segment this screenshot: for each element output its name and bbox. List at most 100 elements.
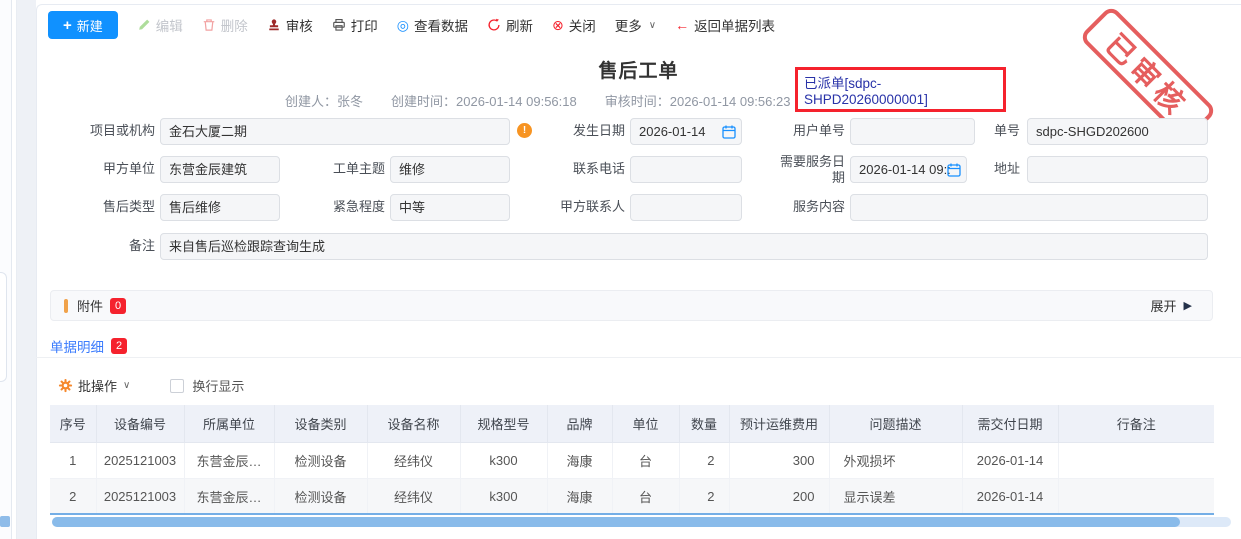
service-content-field[interactable] [850,194,1208,221]
user-no-field[interactable] [850,118,975,145]
col-spec-model: 规格型号 [460,405,547,442]
cell-equipment-name: 经纬仪 [367,478,460,514]
col-brand: 品牌 [547,405,612,442]
more-button[interactable]: 更多 ∨ [615,15,656,35]
cell-row-remark [1058,478,1214,514]
delete-button[interactable]: 删除 [202,15,248,35]
table-row[interactable]: 2 2025121003 东营金辰… 检测设备 经纬仪 k300 海康 台 2 … [50,478,1214,514]
urgency-label: 紧急程度 [315,199,385,215]
view-data-button[interactable]: ◎ 查看数据 [397,15,468,35]
address-field[interactable] [1027,156,1208,183]
occur-date-value: 2026-01-14 [639,124,706,139]
back-to-list-button[interactable]: ← 返回单据列表 [675,15,775,35]
audit-button-label: 审核 [286,15,313,35]
after-type-field[interactable]: 售后维修 [160,194,280,221]
plus-icon: + [63,18,72,33]
col-problem-desc: 问题描述 [829,405,962,442]
trash-icon [202,18,216,32]
details-header: 单据明细 2 [50,336,127,356]
col-seq: 序号 [50,405,96,442]
page-title: 售后工单 [36,56,1241,83]
attachments-count-badge: 0 [110,298,126,314]
col-equipment-no: 设备编号 [96,405,184,442]
delete-button-label: 删除 [221,15,248,35]
cell-problem-desc: 外观损坏 [829,442,962,478]
cell-brand: 海康 [547,442,612,478]
cell-unit: 台 [612,442,679,478]
expand-button[interactable]: 展开 ▶ [1151,296,1192,315]
cell-equipment-no: 2025121003 [96,478,184,514]
back-to-list-label: 返回单据列表 [694,15,775,35]
col-equipment-category: 设备类别 [274,405,367,442]
chevron-down-icon: ∨ [649,20,656,31]
table-bottom-highlight [50,513,1214,515]
calendar-icon[interactable] [946,162,962,178]
phone-field[interactable] [630,156,742,183]
user-no-label: 用户单号 [783,123,845,139]
horizontal-scrollbar[interactable] [52,517,1231,527]
urgency-field[interactable]: 中等 [390,194,510,221]
audited-time-meta: 审核时间：2026-01-14 09:56:23 [605,91,791,110]
divider [36,357,1241,358]
phone-label: 联系电话 [563,161,625,177]
occur-date-label: 发生日期 [563,123,625,139]
attachments-bar: 附件 0 展开 ▶ [50,290,1213,321]
col-equipment-name: 设备名称 [367,405,460,442]
new-button[interactable]: + 新建 [48,11,118,39]
cell-brand: 海康 [547,478,612,514]
close-circle-icon: ⊗ [552,18,564,32]
cell-delivery-date: 2026-01-14 [962,478,1058,514]
view-data-button-label: 查看数据 [414,15,468,35]
status-badge: 已派单[sdpc-SHPD20260000001] [795,67,1006,112]
service-date-field[interactable]: 2026-01-14 09:: [850,156,967,183]
detail-table: 序号 设备编号 所属单位 设备类别 设备名称 规格型号 品牌 单位 数量 预计运… [50,405,1214,515]
underlay-strip [0,0,12,539]
cell-delivery-date: 2026-01-14 [962,442,1058,478]
remark-label: 备注 [100,238,155,254]
col-row-remark: 行备注 [1058,405,1214,442]
col-unit: 单位 [612,405,679,442]
edit-button-label: 编辑 [156,15,183,35]
contact-field[interactable] [630,194,742,221]
audit-button[interactable]: 审核 [267,15,313,35]
scrollbar-thumb[interactable] [52,517,1180,527]
remark-field[interactable]: 来自售后巡检跟踪查询生成 [160,233,1208,260]
arrow-left-icon: ← [675,18,689,32]
info-icon[interactable]: ! [517,123,532,138]
close-button-label: 关闭 [569,15,596,35]
cell-seq: 1 [50,442,96,478]
project-field[interactable]: 金石大厦二期 [160,118,510,145]
close-button[interactable]: ⊗ 关闭 [552,15,596,35]
order-no-label: 单号 [963,123,1020,139]
details-tab[interactable]: 单据明细 [50,336,104,356]
cell-equipment-no: 2025121003 [96,442,184,478]
service-date-value: 2026-01-14 09:: [859,162,951,177]
batch-operations-label[interactable]: 批操作 [78,376,117,395]
subject-label: 工单主题 [315,161,385,177]
after-type-label: 售后类型 [85,199,155,215]
party-a-field[interactable]: 东营金辰建筑 [160,156,280,183]
printer-icon [332,18,346,32]
cell-spec-model: k300 [460,442,547,478]
subject-field[interactable]: 维修 [390,156,510,183]
cell-quantity: 2 [679,442,729,478]
refresh-button[interactable]: 刷新 [487,15,533,35]
wrap-display-label[interactable]: 换行显示 [192,376,244,395]
order-no-field[interactable]: sdpc-SHGD202600 [1027,118,1208,145]
wrap-display-checkbox[interactable] [170,379,184,393]
contact-label: 甲方联系人 [545,199,625,215]
address-label: 地址 [963,161,1020,177]
table-row[interactable]: 1 2025121003 东营金辰… 检测设备 经纬仪 k300 海康 台 2 … [50,442,1214,478]
cell-est-cost: 300 [729,442,829,478]
print-button[interactable]: 打印 [332,15,378,35]
more-button-label: 更多 [615,15,642,35]
calendar-icon[interactable] [721,124,737,140]
edit-button[interactable]: 编辑 [137,15,183,35]
view-icon: ◎ [397,18,409,32]
stamp-icon [267,18,281,32]
creator-meta: 创建人：张冬 [285,91,363,110]
print-button-label: 打印 [351,15,378,35]
table-header-row: 序号 设备编号 所属单位 设备类别 设备名称 规格型号 品牌 单位 数量 预计运… [50,405,1214,442]
occur-date-field[interactable]: 2026-01-14 [630,118,742,145]
service-content-label: 服务内容 [779,199,845,215]
